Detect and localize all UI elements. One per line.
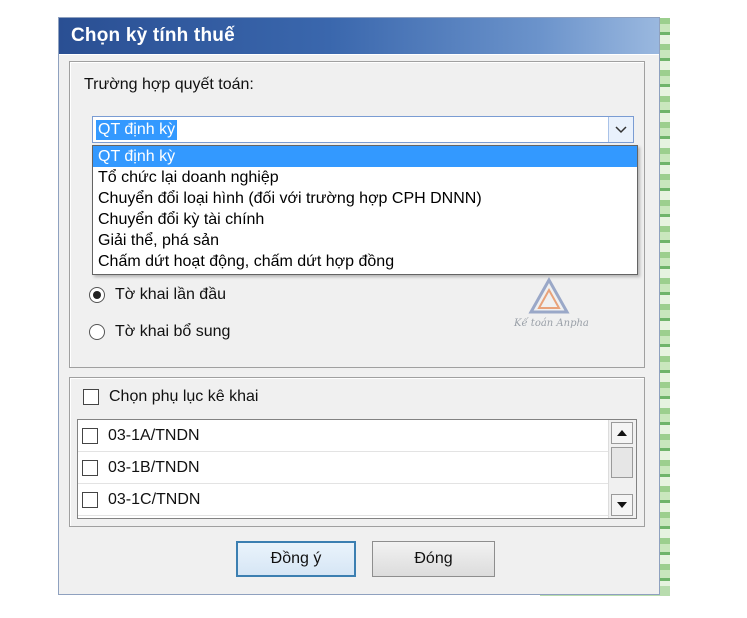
settlement-selected-value: QT định kỳ	[96, 120, 178, 140]
radio-button[interactable]	[89, 324, 105, 340]
settlement-dropdown-list[interactable]: QT định kỳ Tổ chức lại doanh nghiệp Chuy…	[92, 145, 638, 275]
radio-first-declaration[interactable]: Tờ khai lần đầu	[89, 286, 226, 304]
arrow-up-icon	[617, 430, 627, 436]
list-item[interactable]: 03-1A/TNDN	[78, 421, 609, 452]
scroll-thumb[interactable]	[611, 447, 633, 478]
dropdown-option[interactable]: Chuyển đổi kỳ tài chính	[93, 209, 637, 230]
list-item-checkbox[interactable]	[82, 492, 98, 508]
list-scrollbar[interactable]	[608, 420, 636, 518]
scroll-down-button[interactable]	[611, 494, 633, 516]
ok-button[interactable]: Đồng ý	[236, 541, 356, 577]
list-item-checkbox[interactable]	[82, 428, 98, 444]
radio-supplementary-declaration[interactable]: Tờ khai bổ sung	[89, 323, 230, 341]
dropdown-option[interactable]: Chấm dứt hoạt động, chấm dứt hợp đồng	[93, 251, 637, 272]
title-bar[interactable]: Chọn kỳ tính thuế	[59, 18, 659, 55]
appendix-toggle[interactable]: Chọn phụ lục kê khai	[83, 388, 258, 406]
list-item-label: 03-1B/TNDN	[108, 459, 200, 476]
radio-label: Tờ khai lần đầu	[115, 286, 226, 303]
watermark-logo-icon	[528, 276, 570, 314]
chevron-down-icon	[615, 125, 627, 133]
appendix-label: Chọn phụ lục kê khai	[109, 388, 259, 405]
list-item-label: 03-1C/TNDN	[108, 491, 201, 508]
list-item[interactable]: 03-1B/TNDN	[78, 453, 609, 484]
radio-button-checked[interactable]	[89, 287, 105, 303]
dropdown-option[interactable]: Tổ chức lại doanh nghiệp	[93, 167, 637, 188]
appendix-list[interactable]: 03-1A/TNDN 03-1B/TNDN 03-1C/TNDN	[77, 419, 637, 519]
tax-period-dialog: Chọn kỳ tính thuế Trường hợp quyết toán:…	[58, 17, 660, 595]
combobox-dropdown-button[interactable]	[608, 117, 633, 142]
dropdown-option[interactable]: QT định kỳ	[93, 146, 637, 167]
appendix-checkbox[interactable]	[83, 389, 99, 405]
watermark-text: Kế toán Anpha	[514, 318, 589, 329]
settlement-combobox[interactable]: QT định kỳ	[92, 116, 634, 143]
list-item[interactable]: 03-1C/TNDN	[78, 485, 609, 516]
arrow-down-icon	[617, 502, 627, 508]
dropdown-option[interactable]: Giải thể, phá sản	[93, 230, 637, 251]
close-button[interactable]: Đóng	[372, 541, 495, 577]
list-item-checkbox[interactable]	[82, 460, 98, 476]
scroll-up-button[interactable]	[611, 422, 633, 444]
dropdown-option[interactable]: Chuyển đổi loại hình (đối với trường hợp…	[93, 188, 637, 209]
radio-dot	[93, 291, 101, 299]
dialog-title: Chọn kỳ tính thuế	[71, 25, 235, 46]
radio-label: Tờ khai bổ sung	[115, 323, 231, 340]
list-item-label: 03-1A/TNDN	[108, 427, 200, 444]
settlement-label: Trường hợp quyết toán:	[84, 76, 254, 93]
